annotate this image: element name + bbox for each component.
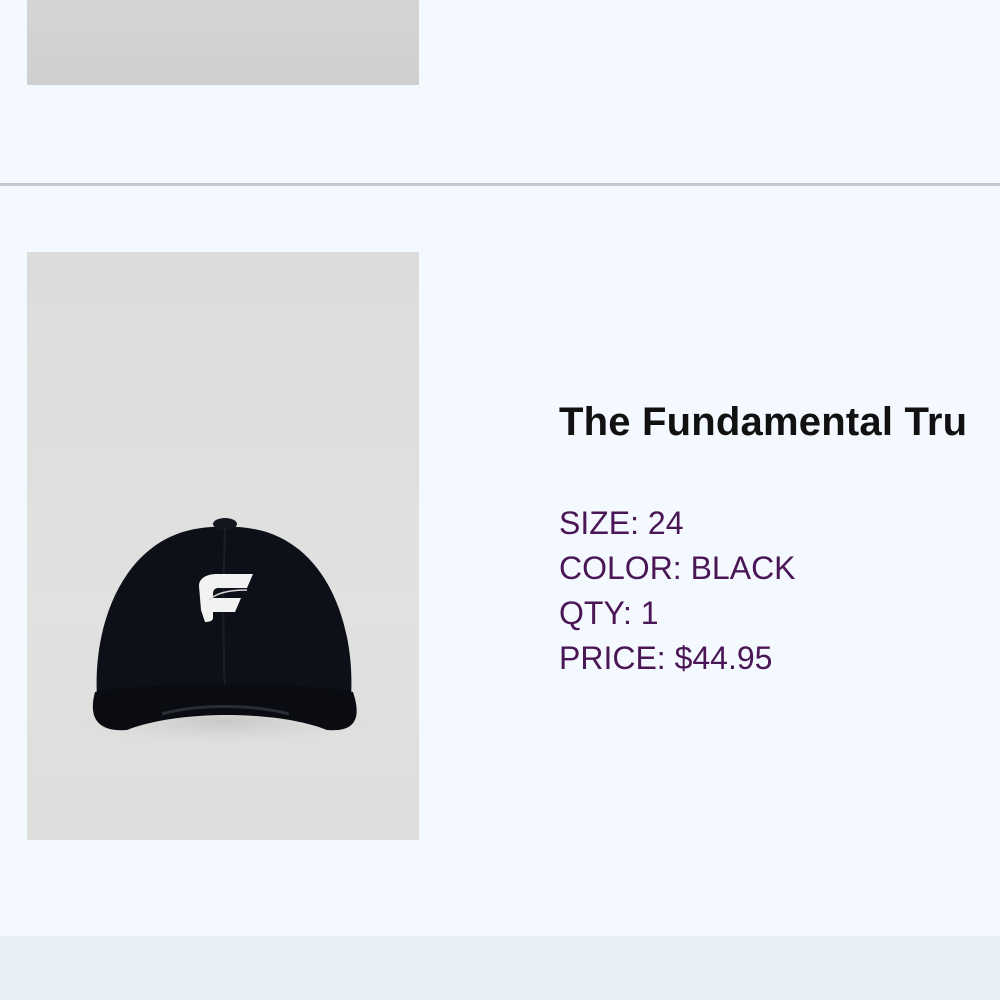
- product-image[interactable]: [27, 252, 419, 840]
- previous-cart-item: [0, 0, 1000, 184]
- quantity-attribute: QTY: 1: [559, 595, 659, 631]
- cart-page: The Fundamental Tru SIZE: 24 COLOR: BLAC…: [0, 0, 1000, 1000]
- previous-product-image[interactable]: [27, 0, 419, 85]
- footer-bar: [0, 936, 1000, 1000]
- color-attribute: COLOR: BLACK: [559, 550, 796, 586]
- price-attribute: PRICE: $44.95: [559, 640, 773, 676]
- product-title[interactable]: The Fundamental Tru: [559, 400, 967, 445]
- cart-item: The Fundamental Tru SIZE: 24 COLOR: BLAC…: [0, 186, 1000, 936]
- product-attributes: SIZE: 24 COLOR: BLACK QTY: 1 PRICE: $44.…: [559, 501, 796, 681]
- baseball-cap-icon: [73, 518, 373, 744]
- size-attribute: SIZE: 24: [559, 505, 684, 541]
